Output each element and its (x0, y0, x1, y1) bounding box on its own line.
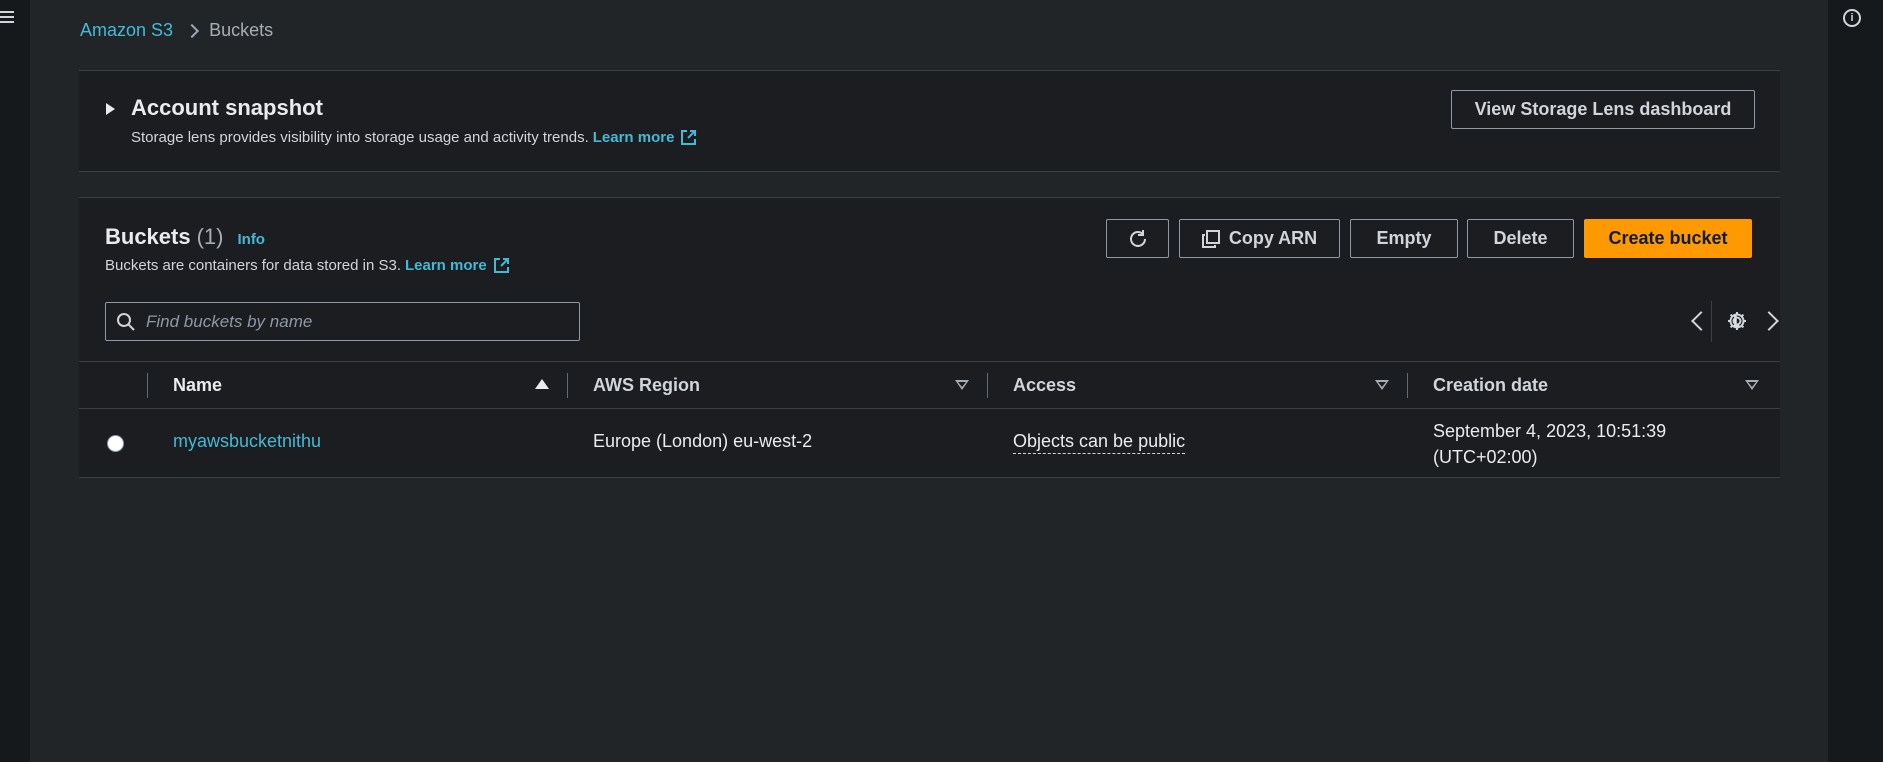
table-header: Name AWS Region Access Creation date (79, 361, 1780, 409)
buckets-info-link[interactable]: Info (237, 231, 265, 248)
sort-down-icon[interactable] (1745, 380, 1759, 390)
pager-divider (1711, 301, 1712, 342)
chevron-right-icon[interactable] (1759, 311, 1779, 331)
copy-arn-label: Copy ARN (1228, 228, 1318, 248)
pagination: 1 (1604, 308, 1779, 334)
bucket-region: Europe (London) eu-west-2 (593, 431, 813, 451)
bucket-creation-date: September 4, 2023, 10:51:39 (UTC+02:00) (1433, 418, 1733, 470)
external-link-icon[interactable] (493, 257, 510, 274)
account-snapshot-title[interactable]: Account snapshot (131, 95, 323, 121)
refresh-icon (1129, 229, 1146, 247)
breadcrumb-amazon-s3[interactable]: Amazon S3 (80, 20, 173, 41)
external-link-icon[interactable] (680, 129, 697, 146)
table-row[interactable]: myawsbucketnithu Europe (London) eu-west… (79, 409, 1780, 477)
menu-icon[interactable] (0, 11, 14, 25)
sort-up-icon[interactable] (535, 379, 549, 389)
bucket-name-link[interactable]: myawsbucketnithu (173, 431, 321, 452)
creation-date-line1: September 4, 2023, 10:51:39 (1433, 421, 1667, 441)
buckets-count: (1) (196, 224, 224, 249)
breadcrumb: Amazon S3 Buckets (80, 20, 273, 41)
chevron-right-icon (184, 23, 200, 38)
buckets-panel: Buckets (1) Info Buckets are containers … (79, 197, 1780, 478)
column-header-creation-date[interactable]: Creation date (1433, 362, 1548, 408)
column-separator (1407, 373, 1408, 398)
sort-down-icon[interactable] (955, 380, 969, 390)
creation-date-line2: (UTC+02:00) (1433, 447, 1538, 467)
snapshot-description-text: Storage lens provides visibility into st… (131, 129, 589, 146)
refresh-button[interactable] (1106, 219, 1169, 258)
buckets-learn-more-link[interactable]: Learn more (405, 257, 487, 274)
column-separator (567, 373, 568, 398)
breadcrumb-buckets: Buckets (209, 20, 274, 40)
gear-icon[interactable] (1726, 310, 1748, 332)
column-separator (147, 373, 148, 398)
buckets-heading: Buckets (1) Info (105, 224, 265, 250)
copy-arn-button[interactable]: Copy ARN (1179, 219, 1340, 258)
view-storage-lens-button[interactable]: View Storage Lens dashboard (1451, 90, 1755, 129)
buckets-title: Buckets (105, 224, 191, 249)
info-circle-icon[interactable]: i (1843, 9, 1861, 27)
column-header-region[interactable]: AWS Region (593, 362, 700, 408)
column-separator (987, 373, 988, 398)
delete-button[interactable]: Delete (1467, 219, 1574, 258)
search-input[interactable] (146, 303, 566, 340)
search-box (105, 302, 580, 341)
caret-right-icon[interactable] (106, 103, 115, 115)
buckets-description-text: Buckets are containers for data stored i… (105, 257, 401, 274)
buckets-description: Buckets are containers for data stored i… (105, 257, 510, 274)
chevron-left-icon[interactable] (1691, 311, 1711, 331)
sort-down-icon[interactable] (1375, 380, 1389, 390)
row-select-radio[interactable] (107, 435, 124, 452)
left-rail (0, 0, 30, 762)
copy-icon (1201, 229, 1220, 248)
search-icon (117, 313, 135, 331)
account-snapshot-panel: Account snapshot Storage lens provides v… (79, 70, 1780, 172)
create-bucket-button[interactable]: Create bucket (1584, 219, 1752, 258)
empty-button[interactable]: Empty (1350, 219, 1458, 258)
account-snapshot-description: Storage lens provides visibility into st… (131, 129, 697, 146)
column-header-name[interactable]: Name (173, 362, 222, 408)
bucket-access[interactable]: Objects can be public (1013, 431, 1186, 454)
main-content: Amazon S3 Buckets Account snapshot Stora… (30, 0, 1828, 762)
snapshot-learn-more-link[interactable]: Learn more (593, 129, 675, 146)
right-rail (1828, 0, 1883, 762)
column-header-access[interactable]: Access (1013, 362, 1076, 408)
